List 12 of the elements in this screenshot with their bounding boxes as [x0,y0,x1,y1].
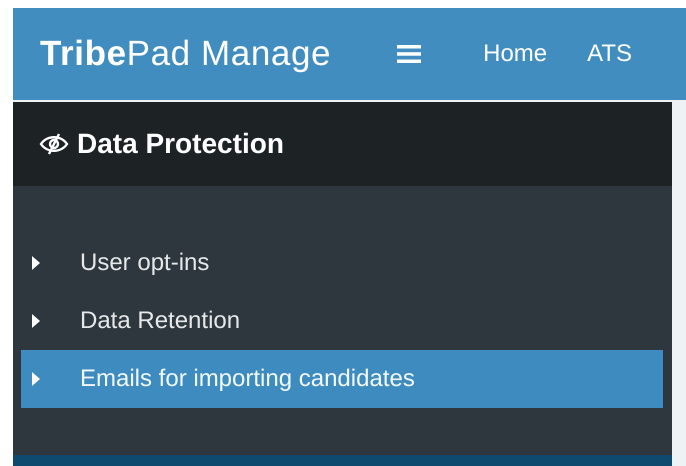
logo[interactable]: TribePad Manage [40,34,332,74]
menu-icon[interactable] [397,44,422,64]
menu-item[interactable]: Data Retention [21,292,663,350]
nav-link[interactable]: ATS [587,40,632,68]
menu-item[interactable]: Emails for importing candidates [21,350,663,408]
panel-title: Data Protection [77,128,284,160]
nav-link[interactable]: Home [483,40,548,68]
caret-right-icon [32,256,40,270]
eye-slash-icon [39,133,69,155]
caret-right-icon [32,314,40,328]
caret-right-icon [32,372,40,386]
menu-item[interactable]: User opt-ins [21,234,663,292]
